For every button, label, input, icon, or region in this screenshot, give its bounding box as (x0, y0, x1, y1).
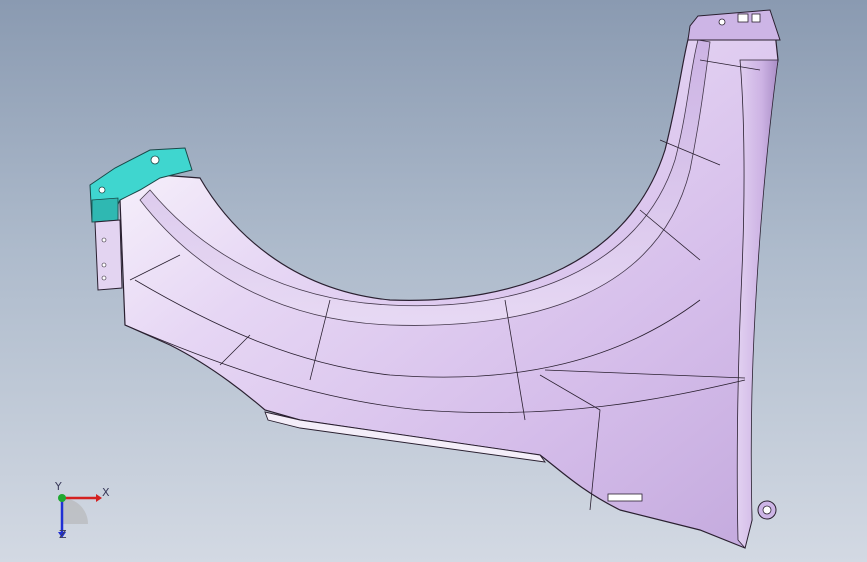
tab-hole-1 (101, 237, 107, 243)
lower-mount-hole (762, 505, 772, 515)
front-bracket-hole-2 (98, 186, 106, 194)
front-bracket-face (91, 197, 119, 223)
triad-y-label: Y (55, 480, 62, 493)
front-bracket-hole (150, 155, 160, 165)
triad-y-axis (58, 494, 66, 502)
tab-hole-3 (101, 275, 107, 281)
fender-model[interactable] (0, 0, 867, 562)
tab-hole-2 (101, 262, 107, 268)
bracket-slot-2 (751, 13, 761, 23)
triad-z-label: Z (59, 528, 67, 541)
triad-x-label: X (102, 486, 110, 499)
front-tab (94, 219, 123, 291)
lower-slot (607, 493, 643, 502)
bracket-hole-1 (718, 18, 726, 26)
top-bracket[interactable] (687, 9, 781, 41)
triad-shadow (62, 498, 88, 524)
bracket-slot-1 (737, 13, 749, 23)
fender-panel[interactable] (119, 31, 779, 549)
graphics-viewport[interactable]: X Y Z (0, 0, 867, 562)
